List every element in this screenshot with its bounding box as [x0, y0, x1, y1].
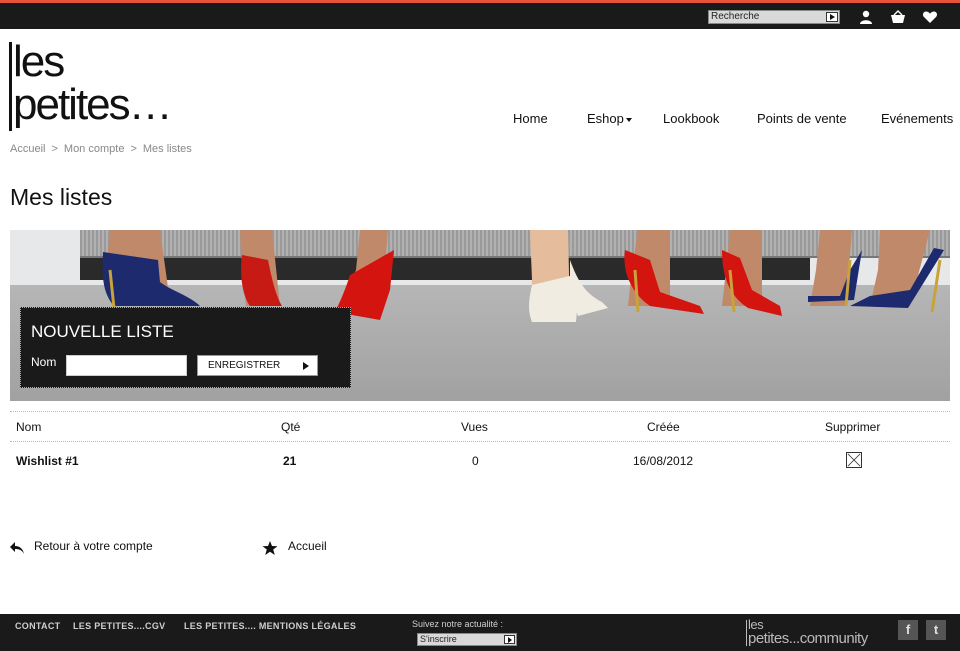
table-divider [10, 411, 950, 412]
logo-line2: petites… [13, 80, 173, 129]
footer-link-mentions-legales[interactable]: LES PETITES.... MENTIONS LÉGALES [184, 621, 356, 631]
logo-line1: les [13, 37, 65, 86]
list-name-link[interactable]: Wishlist #1 [16, 454, 79, 468]
nav-eshop-label: Eshop [587, 111, 624, 126]
new-list-name-input[interactable] [66, 355, 187, 376]
breadcrumb: Accueil > Mon compte > Mes listes [10, 143, 192, 155]
newsletter-placeholder: S'inscrire [420, 634, 457, 644]
nav-eshop[interactable]: Eshop [587, 111, 632, 126]
community-logo-line2: petites...community [748, 630, 868, 647]
save-list-button-label: ENREGISTRER [208, 360, 281, 371]
delete-icon[interactable] [846, 452, 862, 468]
search-submit-button[interactable] [826, 12, 838, 22]
column-header-supprimer: Supprimer [825, 420, 881, 434]
facebook-icon[interactable]: f [898, 620, 918, 640]
heart-icon[interactable] [922, 10, 938, 24]
column-header-creee: Créée [647, 420, 680, 434]
footer: CONTACT LES PETITES....CGV LES PETITES..… [0, 614, 960, 651]
search-placeholder: Recherche [711, 11, 760, 22]
star-icon [262, 541, 278, 555]
breadcrumb-mon-compte[interactable]: Mon compte [64, 143, 125, 155]
new-list-panel: NOUVELLE LISTE Nom ENREGISTRER [20, 307, 351, 388]
new-list-name-label: Nom [31, 355, 57, 369]
breadcrumb-current: Mes listes [142, 143, 192, 155]
table-divider [10, 441, 950, 442]
footer-link-cgv[interactable]: LES PETITES....CGV [73, 621, 165, 631]
home-link[interactable]: Accueil [288, 539, 327, 553]
column-header-nom: Nom [16, 420, 42, 434]
save-list-button[interactable]: ENREGISTRER [197, 355, 318, 376]
breadcrumb-separator: > [130, 143, 137, 155]
breadcrumb-separator: > [51, 143, 58, 155]
column-header-vues: Vues [461, 420, 488, 434]
basket-icon[interactable] [890, 10, 906, 24]
back-to-account-link[interactable]: Retour à votre compte [34, 539, 153, 553]
newsletter-input[interactable]: S'inscrire [417, 633, 517, 646]
newsletter-submit-button[interactable] [504, 635, 515, 644]
nav-evenements[interactable]: Evénements [881, 111, 953, 126]
follow-label: Suivez notre actualité : [412, 619, 504, 629]
breadcrumb-accueil[interactable]: Accueil [10, 143, 45, 155]
page-title: Mes listes [10, 184, 113, 210]
community-logo[interactable]: les petites...community [746, 618, 892, 648]
community-logo-bar [746, 620, 747, 646]
user-icon[interactable] [858, 10, 874, 24]
search-input[interactable]: Recherche [708, 10, 840, 24]
logo-bar [9, 42, 12, 131]
nav-home[interactable]: Home [513, 111, 548, 126]
back-arrow-icon [10, 542, 24, 554]
list-qty: 21 [283, 454, 297, 468]
play-arrow-icon [303, 362, 309, 370]
twitter-icon[interactable]: t [926, 620, 946, 640]
list-created-date: 16/08/2012 [633, 454, 694, 468]
new-list-title: NOUVELLE LISTE [31, 322, 174, 341]
nav-lookbook[interactable]: Lookbook [663, 111, 719, 126]
site-logo[interactable]: les petites… [9, 40, 209, 132]
list-views: 0 [472, 454, 479, 468]
column-header-qte: Qté [281, 420, 301, 434]
caret-down-icon [625, 117, 632, 122]
nav-points-de-vente[interactable]: Points de vente [757, 111, 847, 126]
top-bar: Recherche [0, 3, 960, 29]
footer-link-contact[interactable]: CONTACT [15, 621, 60, 631]
